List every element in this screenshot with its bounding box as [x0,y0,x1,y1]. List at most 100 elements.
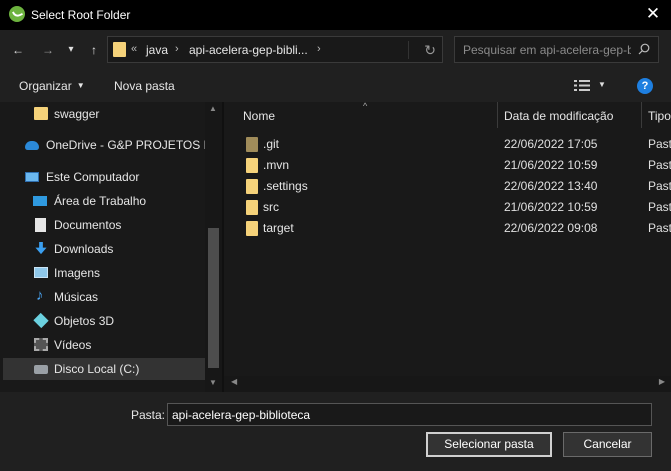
sidebar-item-music[interactable]: ♪ Músicas [0,286,205,308]
sidebar-item-label: swagger [54,107,100,121]
column-header: ^ Nome Data de modificação Tipo [224,102,671,128]
view-chevron-down-icon[interactable]: ▼ [598,80,606,89]
sidebar-item-downloads[interactable]: Downloads [0,238,205,260]
close-icon[interactable]: ✕ [641,3,665,25]
file-name: src [263,200,279,214]
file-type: Past [648,179,671,193]
back-arrow-icon[interactable]: ← [8,40,28,60]
scroll-up-icon[interactable]: ▲ [209,104,217,113]
computer-icon [25,172,39,182]
sidebar-item-local-disk[interactable]: Disco Local (C:) [3,358,205,380]
new-folder-button[interactable]: Nova pasta [114,79,175,93]
organize-label: Organizar [19,79,72,93]
folder-icon [246,137,258,152]
file-modified: 22/06/2022 09:08 [504,221,598,235]
window-title: Select Root Folder [31,8,131,22]
3d-objects-icon [33,312,49,329]
file-type: Past [648,158,671,172]
help-icon[interactable]: ? [637,78,653,94]
file-row[interactable]: src 21/06/2022 10:59 Past [224,197,671,218]
scroll-right-icon[interactable]: ▶ [659,377,665,386]
file-name: .git [263,137,280,151]
search-icon[interactable] [638,43,650,55]
drive-icon [34,365,48,374]
address-bar[interactable]: « java › api-acelera-gep-bibli... › ↻ [107,36,443,63]
breadcrumb-current-folder[interactable]: api-acelera-gep-bibli... [189,43,308,57]
select-folder-button[interactable]: Selecionar pasta [426,432,552,457]
sidebar-item-onedrive[interactable]: OneDrive - G&P PROJETOS E S [0,134,205,156]
cancel-button[interactable]: Cancelar [563,432,652,457]
column-divider[interactable] [641,102,642,128]
column-type[interactable]: Tipo [648,109,671,123]
file-modified: 22/06/2022 13:40 [504,179,598,193]
sidebar-item-label: Disco Local (C:) [54,362,140,376]
sidebar-item-documents[interactable]: Documentos [0,214,205,236]
forward-arrow-icon[interactable]: → [38,40,58,60]
folder-icon [113,42,126,57]
folder-icon [246,158,258,173]
spring-app-icon [9,6,25,22]
folder-icon [246,179,258,194]
file-name: .settings [263,179,308,193]
divider [408,41,409,59]
file-modified: 21/06/2022 10:59 [504,200,598,214]
navigation-bar: ← → ▾ ↑ « java › api-acelera-gep-bibli..… [0,30,671,70]
sidebar-item-videos[interactable]: Vídeos [0,334,205,356]
organize-button[interactable]: Organizar ▼ [19,79,85,93]
sidebar-item-3d-objects[interactable]: Objetos 3D [0,310,205,332]
breadcrumb-java[interactable]: java [146,43,168,57]
videos-icon [34,338,48,351]
overflow-chevron-icon[interactable]: « [131,43,137,55]
sidebar-item-pictures[interactable]: Imagens [0,262,205,284]
scrollbar-thumb[interactable] [208,228,219,368]
scroll-down-icon[interactable]: ▼ [209,378,217,387]
dialog-footer: Pasta: Selecionar pasta Cancelar [0,392,671,471]
music-icon: ♪ [36,287,44,304]
search-placeholder: Pesquisar em api-acelera-gep-biblioteca [463,43,631,57]
file-row[interactable]: .mvn 21/06/2022 10:59 Past [224,155,671,176]
sidebar-item-label: Este Computador [46,170,140,184]
file-modified: 22/06/2022 17:05 [504,137,598,151]
file-row[interactable]: .settings 22/06/2022 13:40 Past [224,176,671,197]
file-name: .mvn [263,158,290,172]
sidebar-item-label: Objetos 3D [54,314,115,328]
recent-locations-chevron-icon[interactable]: ▾ [64,40,78,60]
file-row[interactable]: target 22/06/2022 09:08 Past [224,218,671,239]
file-list: ^ Nome Data de modificação Tipo .git 22/… [224,102,671,392]
folder-name-input[interactable] [167,403,652,426]
sidebar-item-label: Imagens [54,266,101,280]
horizontal-scrollbar[interactable]: ◀ ▶ [224,376,671,392]
document-icon [35,218,46,232]
breadcrumb-separator-icon[interactable]: › [317,43,321,55]
column-modified[interactable]: Data de modificação [504,109,613,123]
sidebar-item-this-pc[interactable]: Este Computador [0,166,205,188]
column-name[interactable]: Nome [243,109,275,123]
folder-icon [34,107,48,120]
download-icon [35,242,47,255]
sidebar-item-label: Downloads [54,242,114,256]
desktop-icon [33,196,47,206]
scroll-left-icon[interactable]: ◀ [231,377,237,386]
file-row[interactable]: .git 22/06/2022 17:05 Past [224,134,671,155]
sidebar-item-label: Músicas [54,290,99,304]
navigation-scrollbar[interactable]: ▲ ▼ [205,102,222,392]
sidebar-item-desktop[interactable]: Área de Trabalho [0,190,205,212]
refresh-icon[interactable]: ↻ [424,42,436,59]
command-bar: Organizar ▼ Nova pasta ▼ ? [0,70,671,102]
breadcrumb-separator-icon[interactable]: › [175,43,179,55]
sort-ascending-icon: ^ [363,102,368,111]
cloud-icon [25,141,39,150]
file-modified: 21/06/2022 10:59 [504,158,598,172]
sidebar-item-label: Área de Trabalho [54,194,147,208]
search-input[interactable]: Pesquisar em api-acelera-gep-biblioteca [454,36,659,63]
sidebar-item-swagger[interactable]: swagger [0,103,205,125]
view-options-icon[interactable] [574,80,590,91]
file-type: Past [648,221,671,235]
folder-label: Pasta: [131,408,166,422]
sidebar-item-label: Vídeos [54,338,92,352]
title-bar: Select Root Folder ✕ [0,0,671,30]
file-name: target [263,221,294,235]
column-divider[interactable] [497,102,498,128]
file-type: Past [648,137,671,151]
up-arrow-icon[interactable]: ↑ [84,40,104,60]
